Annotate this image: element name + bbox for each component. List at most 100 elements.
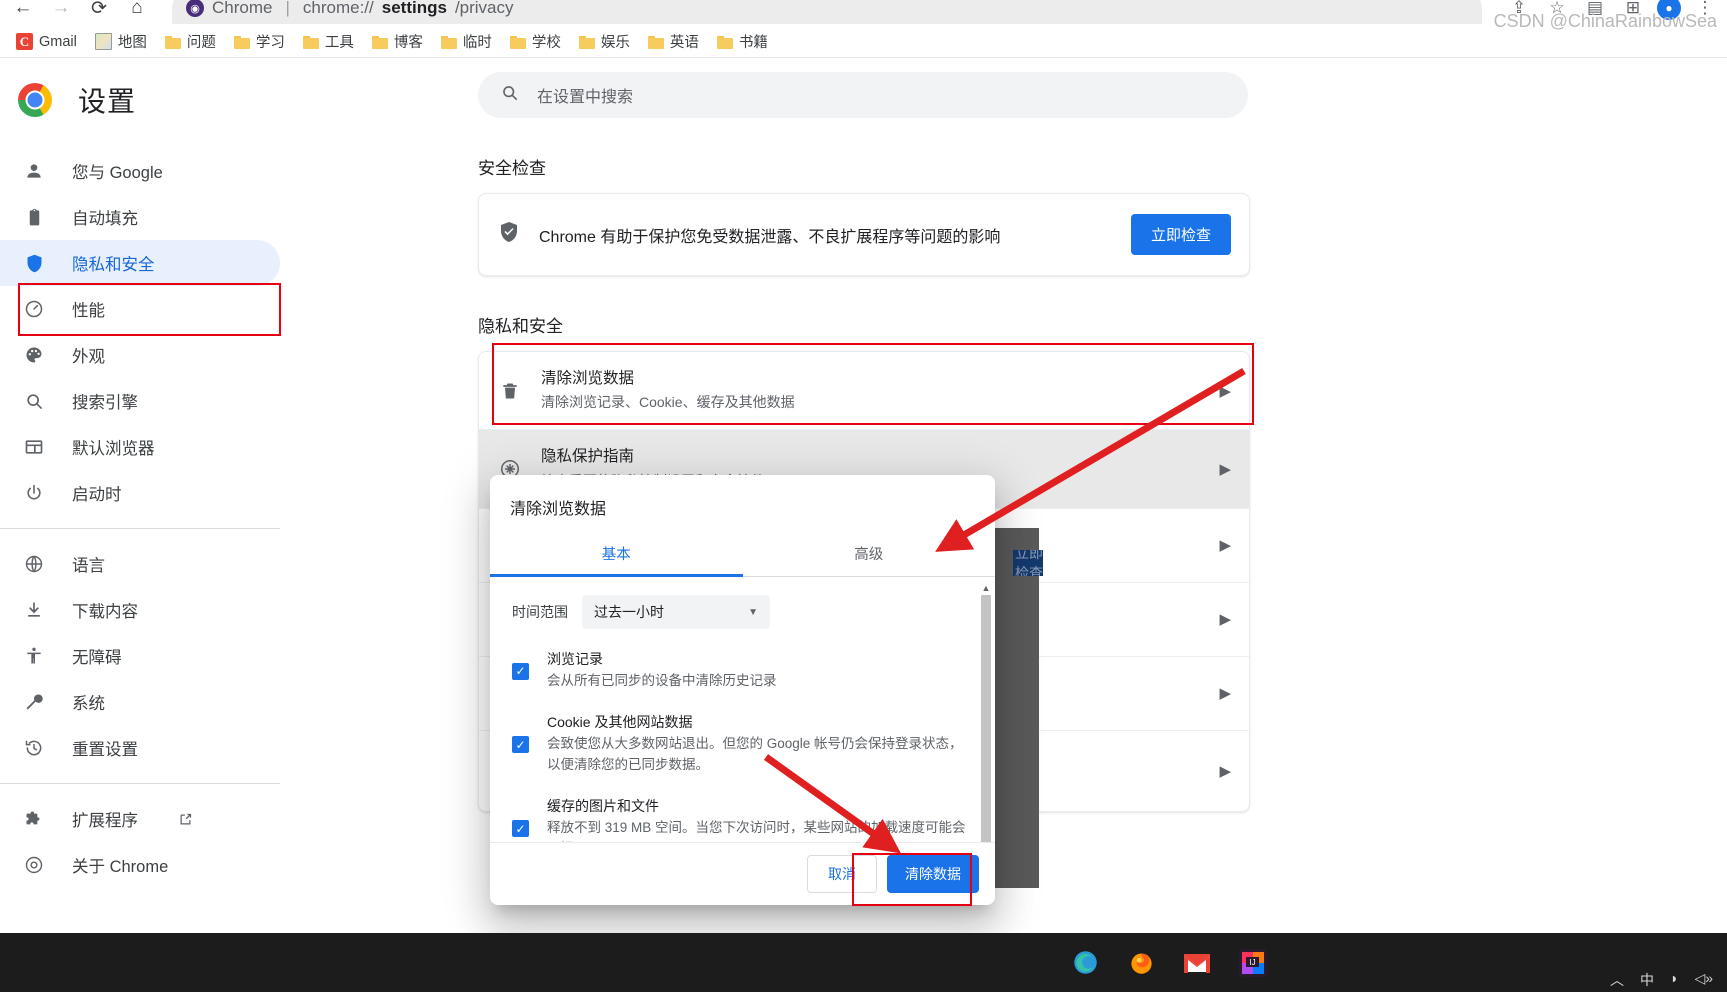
clear-data-button[interactable]: 清除数据 [887, 855, 979, 893]
bookmark-folder-8[interactable]: 英语 [640, 28, 707, 55]
privacy-row-clear-browsing-data[interactable]: 清除浏览数据 清除浏览记录、Cookie、缓存及其他数据 ▶ [479, 352, 1249, 430]
bookmark-label: 工具 [325, 31, 354, 52]
bookmark-folder-4[interactable]: 博客 [364, 28, 431, 55]
checkbox-checked-icon[interactable]: ✓ [512, 820, 529, 837]
sidebar-item-extensions[interactable]: 扩展程序 [0, 796, 280, 842]
bookmark-folder-1[interactable]: 问题 [157, 28, 224, 55]
search-placeholder: 在设置中搜索 [537, 83, 633, 107]
scroll-up-arrow-icon[interactable]: ▲ [982, 583, 991, 593]
sidebar-item-reset-settings[interactable]: 重置设置 [0, 725, 280, 771]
privacy-row-title: 隐私保护指南 [541, 446, 1201, 468]
tab-basic[interactable]: 基本 [490, 533, 743, 576]
sidebar-item-system[interactable]: 系统 [0, 679, 280, 725]
sidebar-item-privacy-security[interactable]: 隐私和安全 [0, 240, 280, 286]
sidebar-item-autofill[interactable]: 自动填充 [0, 194, 280, 240]
folder-icon [648, 35, 664, 49]
open-in-new-icon[interactable] [178, 812, 193, 827]
browser-toolbar: ← → ⟳ ⌂ ◉ Chrome | chrome://settings/pri… [0, 0, 1727, 28]
sidebar-item-label: 扩展程序 [72, 807, 138, 831]
clipboard-icon [22, 208, 46, 227]
bookmark-folder-2[interactable]: 学习 [226, 28, 293, 55]
home-icon[interactable]: ⌂ [120, 0, 154, 25]
sidebar-item-on-startup[interactable]: 启动时 [0, 470, 280, 516]
sidebar-item-languages[interactable]: 语言 [0, 541, 280, 587]
folder-icon [717, 35, 733, 49]
sidebar-item-about-chrome[interactable]: 关于 Chrome [0, 842, 280, 888]
search-input[interactable]: 在设置中搜索 [478, 72, 1248, 118]
show-desktop-icon[interactable]: ︿ [1610, 970, 1624, 990]
chrome-logo-icon [18, 83, 52, 117]
bookmark-label: 博客 [394, 31, 423, 52]
checkbox-browsing-history[interactable]: ✓ 浏览记录 会从所有已同步的设备中清除历史记录 [512, 649, 969, 692]
folder-icon [510, 35, 526, 49]
checkbox-checked-icon[interactable]: ✓ [512, 663, 529, 680]
chevron-right-icon: ▶ [1219, 460, 1231, 478]
intellij-icon[interactable]: IJ [1238, 948, 1268, 978]
scrollbar-track[interactable] [981, 595, 991, 824]
checkbox-cookies[interactable]: ✓ Cookie 及其他网站数据 会致使您从大多数网站退出。但您的 Google… [512, 712, 969, 776]
sidebar-item-label: 下载内容 [72, 598, 138, 622]
time-range-row: 时间范围 过去一小时 ▼ [512, 595, 969, 629]
bookmark-folder-9[interactable]: 书籍 [709, 28, 776, 55]
system-tray: ︿ 中 ◗ ◁» [1610, 970, 1713, 990]
shield-check-icon [497, 220, 521, 249]
dialog-scrollbar[interactable]: ▲ ▼ [980, 583, 992, 836]
reload-icon[interactable]: ⟳ [82, 0, 116, 25]
input-method-icon[interactable]: 中 [1640, 970, 1654, 990]
back-icon[interactable]: ← [6, 0, 40, 25]
bookmark-folder-3[interactable]: 工具 [295, 28, 362, 55]
chevron-right-icon: ▶ [1219, 610, 1231, 628]
folder-icon [165, 35, 181, 49]
sidebar-item-label: 重置设置 [72, 736, 138, 760]
sidebar-item-appearance[interactable]: 外观 [0, 332, 280, 378]
bookmark-label: Gmail [39, 34, 77, 50]
folder-icon [579, 35, 595, 49]
forward-icon[interactable]: → [44, 0, 78, 25]
time-range-select[interactable]: 过去一小时 ▼ [582, 595, 770, 629]
gauge-icon [22, 299, 46, 319]
sidebar-item-accessibility[interactable]: 无障碍 [0, 633, 280, 679]
time-range-value: 过去一小时 [594, 602, 664, 622]
sidebar-item-label: 外观 [72, 343, 105, 367]
scrollbar-thumb[interactable] [981, 595, 991, 842]
volume-icon[interactable]: ◁» [1694, 970, 1713, 990]
address-bar[interactable]: ◉ Chrome | chrome://settings/privacy [172, 0, 1482, 24]
sidebar-item-you-and-google[interactable]: 您与 Google [0, 148, 280, 194]
sidebar-item-search-engine[interactable]: 搜索引擎 [0, 378, 280, 424]
tab-advanced[interactable]: 高级 [743, 533, 996, 576]
checkbox-cached-images[interactable]: ✓ 缓存的图片和文件 释放不到 319 MB 空间。当您下次访问时，某些网站的加… [512, 796, 969, 842]
sidebar-item-performance[interactable]: 性能 [0, 286, 280, 332]
bookmark-folder-5[interactable]: 临时 [433, 28, 500, 55]
checkbox-text: 缓存的图片和文件 释放不到 319 MB 空间。当您下次访问时，某些网站的加载速… [547, 796, 969, 842]
chevron-right-icon: ▶ [1219, 684, 1231, 702]
taskbar: IJ ︿ 中 ◗ ◁» [0, 933, 1727, 992]
run-safety-check-button[interactable]: 立即检查 [1131, 214, 1231, 255]
dialog-title: 清除浏览数据 [490, 475, 995, 533]
edge-icon[interactable] [1070, 948, 1100, 978]
bookmark-label: 学习 [256, 31, 285, 52]
wifi-icon[interactable]: ◗ [1670, 970, 1678, 990]
bookmark-folder-6[interactable]: 学校 [502, 28, 569, 55]
sidebar-item-downloads[interactable]: 下载内容 [0, 587, 280, 633]
chevron-down-icon: ▼ [748, 607, 758, 618]
puzzle-icon [22, 809, 46, 829]
bookmark-maps[interactable]: 地图 [87, 28, 155, 55]
checkbox-checked-icon[interactable]: ✓ [512, 736, 529, 753]
screen-root: ← → ⟳ ⌂ ◉ Chrome | chrome://settings/pri… [0, 0, 1727, 992]
cancel-button[interactable]: 取消 [807, 855, 877, 893]
checkbox-title: 缓存的图片和文件 [547, 796, 969, 817]
sidebar-item-label: 性能 [72, 297, 105, 321]
sidebar-item-default-browser[interactable]: 默认浏览器 [0, 424, 280, 470]
omnibox-separator: | [285, 0, 289, 18]
bookmark-folder-7[interactable]: 娱乐 [571, 28, 638, 55]
firefox-icon[interactable] [1126, 948, 1156, 978]
sidebar-item-label: 语言 [72, 552, 105, 576]
globe-icon [22, 554, 46, 574]
browser-window-icon [22, 437, 46, 457]
gmail-icon[interactable] [1182, 948, 1212, 978]
dialog-scroll-content: 时间范围 过去一小时 ▼ ✓ 浏览记录 会从所有已同步的设备中清除历史记录 ✓ [490, 577, 995, 842]
sidebar-item-label: 关于 Chrome [72, 853, 168, 877]
accessibility-icon [22, 646, 46, 666]
checkbox-subtitle: 会致使您从大多数网站退出。但您的 Google 帐号仍会保持登录状态，以便清除您… [547, 733, 969, 776]
bookmark-gmail[interactable]: C Gmail [8, 30, 85, 53]
